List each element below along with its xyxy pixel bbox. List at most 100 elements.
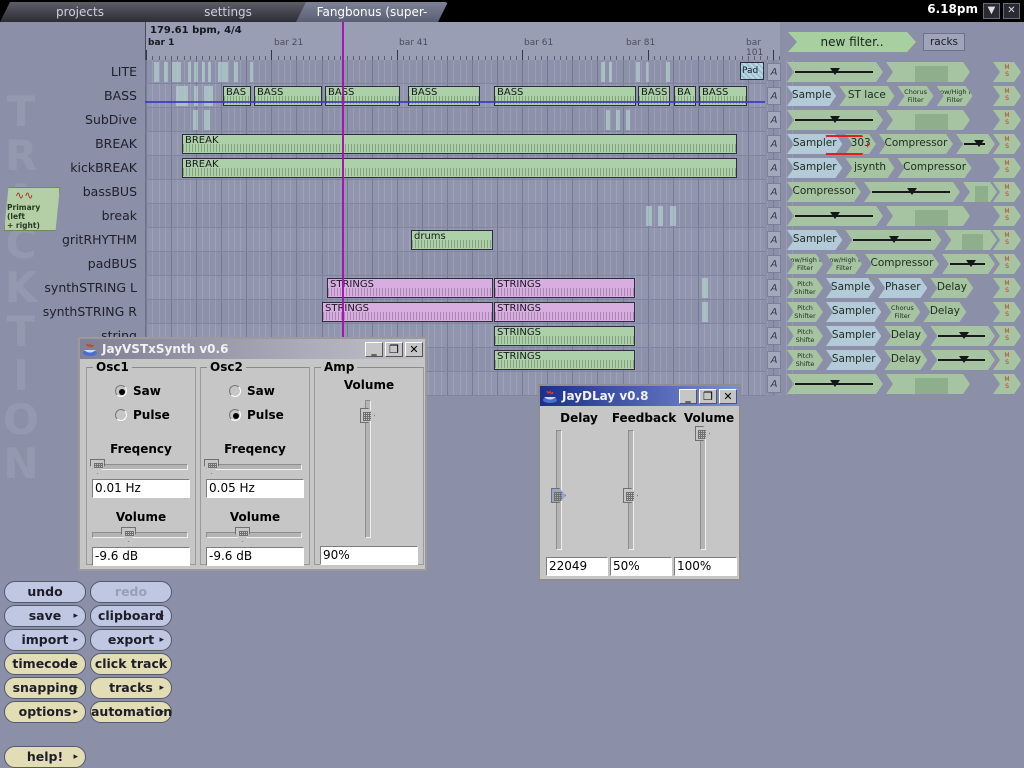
filter-chain-row[interactable]: Pitch Shifte Sampler Delay M S xyxy=(785,324,1024,348)
pan-knob[interactable] xyxy=(830,380,840,387)
tab-settings[interactable]: settings xyxy=(148,2,308,22)
filter-block-low-high-pass-filter[interactable]: Low/High PassFilter xyxy=(937,86,973,106)
clip-bass[interactable]: BASS xyxy=(494,86,636,106)
audio-region[interactable] xyxy=(204,110,210,130)
pan-slot[interactable] xyxy=(942,254,995,274)
track-lane[interactable] xyxy=(145,204,793,228)
clip-strings[interactable]: STRINGS xyxy=(494,350,635,370)
pan-slot[interactable] xyxy=(864,182,960,202)
filter-block-low-high-pass-filter[interactable]: Low/High PassFilter xyxy=(787,254,823,274)
mute-solo-slot[interactable]: MS xyxy=(993,254,1021,274)
level-slot[interactable] xyxy=(886,206,970,226)
mute-solo-slot[interactable]: MS xyxy=(993,374,1021,394)
mute-solo-slot[interactable]: MS xyxy=(993,278,1021,298)
audio-region[interactable] xyxy=(218,62,228,82)
track-name-padbus[interactable]: padBUS xyxy=(0,252,141,276)
delay-volume-slider[interactable] xyxy=(700,430,706,550)
track-arm-button[interactable]: A xyxy=(767,279,781,297)
synth-minimize-icon[interactable]: _ xyxy=(365,341,383,357)
timecode-button[interactable]: timecode ▸ xyxy=(4,653,86,675)
clip-drums[interactable]: drums xyxy=(411,230,493,250)
filter-block-chorus-filter[interactable]: Chorus Filter xyxy=(884,302,920,322)
pan-knob[interactable] xyxy=(830,68,840,75)
new-filter-button[interactable]: new filter.. xyxy=(788,32,916,52)
bass-automation-line[interactable] xyxy=(145,101,765,103)
pan-knob[interactable] xyxy=(830,116,840,123)
solo-button[interactable]: S xyxy=(993,312,1021,318)
jayvstxsynth-window[interactable]: JayVSTxSynth v0.6 _ ❐ ✕ Osc1 Saw Pulse F… xyxy=(78,337,427,571)
solo-button[interactable]: S xyxy=(993,216,1021,222)
tab-project-fangbonus[interactable]: Fangbonus (super-st... xyxy=(296,2,448,22)
primary-output-badge[interactable]: ∿∿ Primary (left + right) xyxy=(4,187,60,231)
filter-block-sampler[interactable]: Sampler xyxy=(826,326,881,346)
audio-region[interactable] xyxy=(616,110,620,130)
track-arm-button[interactable]: A xyxy=(767,63,781,81)
delay-volume-slider-thumb[interactable] xyxy=(695,426,710,441)
filter-chain-row[interactable]: Pitch Shifter Sample Phaser Delay M S xyxy=(785,276,1024,300)
filter-chain-row[interactable]: Sampler 303 Compressor M S xyxy=(785,132,1024,156)
audio-region[interactable] xyxy=(646,62,649,82)
filter-block-pitch-shifter[interactable]: Pitch Shifter xyxy=(787,278,823,298)
filter-chain-row[interactable]: MS xyxy=(785,204,1024,228)
level-slot[interactable] xyxy=(886,110,970,130)
level-slot[interactable] xyxy=(963,182,997,202)
audio-region[interactable] xyxy=(250,62,253,82)
playhead-cursor[interactable] xyxy=(342,22,344,373)
osc1-freq-slider-thumb[interactable] xyxy=(90,459,105,474)
synth-window-buttons[interactable]: _ ❐ ✕ xyxy=(365,341,423,357)
audio-region[interactable] xyxy=(208,62,211,82)
filter-block-pitch-shifte[interactable]: Pitch Shifte xyxy=(787,326,823,346)
clip-bass[interactable]: BASS xyxy=(254,86,322,106)
solo-button[interactable]: S xyxy=(993,336,1021,342)
solo-button[interactable]: S xyxy=(993,168,1021,174)
audio-region[interactable] xyxy=(194,86,198,106)
track-arm-button[interactable]: A xyxy=(767,303,781,321)
amp-volume-slider-thumb[interactable] xyxy=(360,408,375,423)
audio-region[interactable] xyxy=(601,62,605,82)
track-arm-button[interactable]: A xyxy=(767,375,781,393)
clip-strings[interactable]: STRINGS xyxy=(494,326,635,346)
pan-knob[interactable] xyxy=(966,260,976,267)
track-name-gritrhythm[interactable]: gritRHYTHM xyxy=(0,228,141,252)
filter-chain-list[interactable]: MSSampleST laceChorusFilterLow/High Pass… xyxy=(785,60,1024,573)
audio-region[interactable] xyxy=(172,62,181,82)
track-lane[interactable]: BREAK xyxy=(145,156,793,180)
filter-block-sampler[interactable]: Sampler xyxy=(826,350,881,370)
window-close-icon[interactable]: ✕ xyxy=(1003,3,1020,19)
track-name-synthstring-l[interactable]: synthSTRING L xyxy=(0,276,141,300)
filter-chain-row[interactable]: Low/High PassFilterLow/High PassFilterCo… xyxy=(785,252,1024,276)
mute-solo-slot[interactable]: MS xyxy=(993,134,1021,154)
level-slot[interactable] xyxy=(886,374,970,394)
filter-chain-row[interactable]: MS xyxy=(785,372,1024,396)
racks-button[interactable]: racks xyxy=(923,33,965,51)
mute-solo-slot[interactable]: MS xyxy=(993,110,1021,130)
filter-chain-row[interactable]: Compressor M S xyxy=(785,180,1024,204)
pan-knob[interactable] xyxy=(889,236,899,243)
osc1-freq-value[interactable]: 0.01 Hz xyxy=(92,479,190,498)
audio-region[interactable] xyxy=(646,206,652,226)
solo-button[interactable]: S xyxy=(993,144,1021,150)
filter-chain-row[interactable]: Pitch Shifter Sampler Chorus Filter Delay M S xyxy=(785,300,1024,324)
mute-solo-slot[interactable]: MS xyxy=(993,326,1021,346)
snapping-button[interactable]: snapping ▸ xyxy=(4,677,86,699)
pan-slot[interactable] xyxy=(956,134,995,154)
filter-block-sample[interactable]: Sample xyxy=(787,86,836,106)
clip-bass[interactable]: BASS xyxy=(408,86,480,106)
track-name-synthstring-r[interactable]: synthSTRING R xyxy=(0,300,141,324)
osc2-freq-slider[interactable] xyxy=(206,464,302,470)
pan-knob[interactable] xyxy=(907,188,917,195)
track-name-subdive[interactable]: SubDive xyxy=(0,108,141,132)
osc2-volume-value[interactable]: -9.6 dB xyxy=(206,547,304,566)
audio-region[interactable] xyxy=(626,110,630,130)
audio-region[interactable] xyxy=(234,62,238,82)
track-arm-button[interactable]: A xyxy=(767,327,781,345)
osc1-freq-slider[interactable] xyxy=(92,464,188,470)
delay-time-value[interactable]: 22049 xyxy=(546,557,608,576)
osc2-pulse-radio[interactable]: Pulse xyxy=(229,408,284,422)
clip-bas[interactable]: BAS xyxy=(223,86,251,106)
solo-button[interactable]: S xyxy=(993,288,1021,294)
track-name-break[interactable]: BREAK xyxy=(0,132,141,156)
pan-knob[interactable] xyxy=(959,332,969,339)
filter-block-low-high-pass-filter[interactable]: Low/High PassFilter xyxy=(826,254,862,274)
audio-region[interactable] xyxy=(636,62,640,82)
